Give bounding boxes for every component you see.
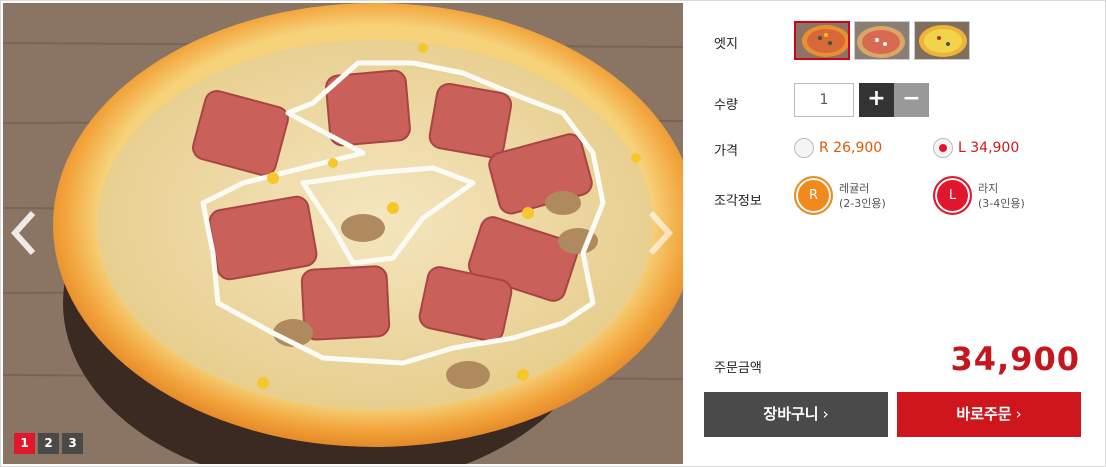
gallery-page-1[interactable]: 1 bbox=[14, 433, 35, 454]
pizza-thumbnail bbox=[855, 22, 909, 59]
order-total-value: 34,900 bbox=[950, 340, 1080, 378]
radio-regular[interactable] bbox=[794, 138, 814, 158]
add-to-cart-button[interactable]: 장바구니 › bbox=[704, 392, 888, 437]
price-option-large[interactable]: L 34,900 bbox=[933, 138, 1019, 158]
product-image-gallery: 1 2 3 bbox=[3, 3, 683, 464]
slice-info-label: 조각정보 bbox=[714, 194, 762, 209]
size-large-people: (3-4인용) bbox=[978, 196, 1025, 210]
quantity-input[interactable]: 1 bbox=[794, 83, 854, 117]
order-options-panel: 엣지 수량 1 + − 가격 R 26,900 L 34,900 조각정보 R … bbox=[684, 0, 1104, 467]
order-total-label: 주문금액 bbox=[714, 361, 762, 376]
price-large-text: L 34,900 bbox=[958, 140, 1020, 156]
quantity-label: 수량 bbox=[714, 98, 738, 113]
price-option-regular[interactable]: R 26,900 bbox=[794, 138, 882, 158]
size-large-info: L 라지 (3-4인용) bbox=[933, 176, 1025, 215]
edge-thumb-2[interactable] bbox=[854, 21, 910, 60]
chevron-right-icon: › bbox=[822, 405, 829, 423]
edge-label: 엣지 bbox=[714, 37, 738, 52]
pizza-thumbnail bbox=[915, 22, 969, 59]
edge-thumbnails bbox=[794, 21, 970, 60]
cart-button-label: 장바구니 bbox=[763, 405, 819, 423]
gallery-next-button[interactable] bbox=[643, 203, 677, 263]
size-large-desc: 라지 (3-4인용) bbox=[978, 181, 1025, 211]
chevron-left-icon bbox=[10, 210, 36, 256]
order-button-label: 바로주문 bbox=[956, 405, 1012, 423]
pizza-photo bbox=[3, 3, 683, 464]
size-large-name: 라지 bbox=[978, 181, 999, 195]
gallery-page-3[interactable]: 3 bbox=[62, 433, 83, 454]
size-regular-people: (2-3인용) bbox=[839, 196, 886, 210]
gallery-page-2[interactable]: 2 bbox=[38, 433, 59, 454]
size-regular-badge: R bbox=[794, 176, 833, 215]
radio-large[interactable] bbox=[933, 138, 953, 158]
edge-thumb-3[interactable] bbox=[914, 21, 970, 60]
size-large-badge: L bbox=[933, 176, 972, 215]
price-regular-text: R 26,900 bbox=[819, 140, 883, 156]
pizza-thumbnail bbox=[796, 23, 848, 58]
chevron-right-icon bbox=[648, 210, 674, 256]
size-regular-name: 레귤러 bbox=[839, 181, 870, 195]
chevron-right-icon: › bbox=[1015, 405, 1022, 423]
edge-thumb-1[interactable] bbox=[794, 21, 850, 60]
size-regular-info: R 레귤러 (2-3인용) bbox=[794, 176, 886, 215]
quantity-increase-button[interactable]: + bbox=[859, 83, 894, 117]
order-now-button[interactable]: 바로주문 › bbox=[897, 392, 1081, 437]
size-regular-desc: 레귤러 (2-3인용) bbox=[839, 181, 886, 211]
quantity-decrease-button[interactable]: − bbox=[894, 83, 929, 117]
gallery-pager: 1 2 3 bbox=[14, 433, 83, 454]
price-label: 가격 bbox=[714, 144, 738, 159]
gallery-prev-button[interactable] bbox=[7, 203, 41, 263]
